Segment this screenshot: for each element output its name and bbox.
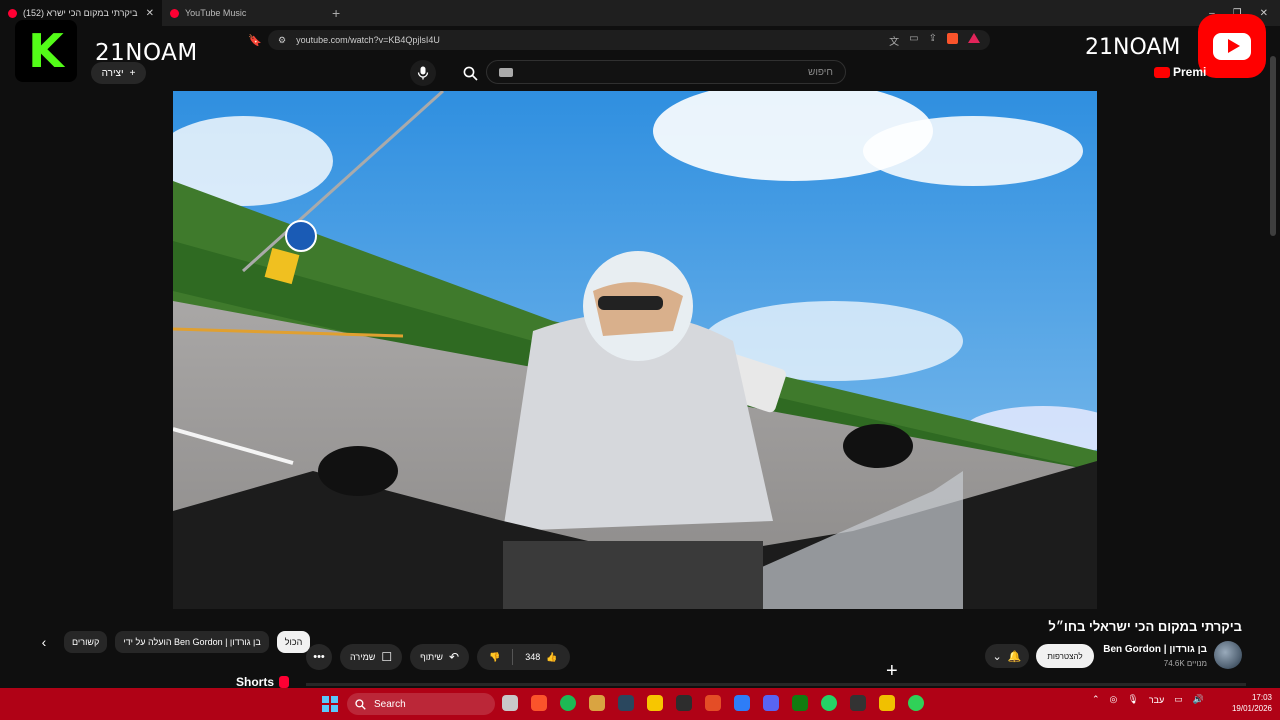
taskbar-app-icon[interactable] [703, 692, 723, 714]
taskbar-app-icon[interactable] [645, 692, 665, 714]
taskbar-clock[interactable]: 17:03 19/01/2026 [1222, 692, 1272, 714]
taskbar-app-icon[interactable] [761, 692, 781, 714]
page-scrollbar[interactable] [1270, 56, 1276, 236]
thumbs-up-icon: 👍 [546, 651, 558, 662]
brave-shield-icon[interactable] [947, 32, 958, 44]
crosshair-cursor-icon: + [886, 660, 898, 682]
youtube-premium-logo[interactable]: Premi [1154, 65, 1206, 79]
taskbar-app-icon[interactable] [500, 692, 520, 714]
volume-icon[interactable]: 🔊 [1193, 694, 1204, 705]
chevron-left-icon[interactable]: ‹ [32, 630, 56, 654]
create-label: יצירה [101, 67, 124, 79]
save-button[interactable]: שמירה ☐ [340, 644, 403, 670]
channel-avatar[interactable] [1214, 641, 1242, 669]
share-arrow-icon: ↶ [449, 650, 460, 664]
youtube-favicon-icon [8, 8, 17, 18]
more-actions-button[interactable]: ••• [306, 644, 332, 670]
subscribe-button[interactable]: להצטרפות [1036, 644, 1094, 668]
taskbar-app-icon[interactable] [616, 692, 636, 714]
keyboard-icon[interactable] [499, 67, 513, 77]
share-button[interactable]: שיתוף ↶ [410, 644, 470, 670]
shorts-icon [279, 676, 290, 688]
shorts-header: Shorts [236, 675, 290, 689]
url-field[interactable]: ⚙ youtube.com/watch?v=KB4QpjlsI4U 文 ▭ ⇪ [268, 30, 990, 50]
create-button[interactable]: יצירה + [91, 62, 146, 84]
thumbs-down-icon: 👎 [489, 651, 501, 662]
url-actions: 文 ▭ ⇪ [889, 32, 980, 48]
youtube-mini-icon [1154, 66, 1170, 78]
close-window-icon[interactable]: ✕ [1260, 8, 1268, 19]
bell-icon: 🔔 [1007, 650, 1022, 663]
taskbar-search-icon [355, 698, 366, 710]
youtube-logo [1198, 14, 1266, 78]
url-text: youtube.com/watch?v=KB4QpjlsI4U [296, 35, 440, 45]
taskbar-app-icon[interactable] [587, 692, 607, 714]
translate-icon[interactable]: 文 [889, 33, 899, 48]
youtube-music-favicon-icon [170, 8, 179, 18]
tray-overflow-icon[interactable]: ⌃ [1092, 694, 1100, 705]
microphone-tray-icon[interactable]: 🎙 [1127, 694, 1138, 705]
system-tray: ⌃ ◎ 🎙 עבר ▭ 🔊 [1092, 694, 1204, 705]
tab-close-icon[interactable]: ✕ [146, 8, 154, 19]
network-status-icon[interactable]: ◎ [1110, 694, 1118, 705]
chevron-down-icon: ⌄ [992, 650, 1002, 663]
tab-title: (152) ביקרתי במקום הכי ישרא [23, 8, 138, 18]
search-button[interactable] [455, 60, 485, 86]
taskbar-app-icon[interactable] [558, 692, 578, 714]
bookmark-icon[interactable]: 🔖 [248, 34, 262, 47]
plus-icon: + [129, 67, 136, 79]
windows-start-icon[interactable] [322, 696, 338, 712]
brave-rewards-icon[interactable] [968, 32, 980, 43]
tab-title: YouTube Music [185, 8, 247, 18]
clock-time: 17:03 [1251, 693, 1272, 702]
taskbar-app-icon[interactable] [732, 692, 752, 714]
video-player[interactable] [173, 91, 1097, 609]
search-icon [463, 66, 478, 81]
taskbar-app-icon[interactable] [877, 692, 897, 714]
microphone-icon [417, 66, 429, 80]
video-title: ביקרתי במקום הכי ישראלי בחו״ל [1048, 619, 1242, 634]
search-placeholder: חיפוש [808, 66, 833, 78]
new-tab-icon[interactable]: + [322, 5, 350, 21]
like-dislike-group: 👎 348 👍 [477, 644, 570, 670]
shorts-shelf-edge [306, 683, 1246, 686]
notifications-button[interactable]: ⌄ 🔔 [985, 644, 1029, 668]
input-language[interactable]: עבר [1149, 695, 1164, 705]
taskbar-app-icon[interactable] [848, 692, 868, 714]
browser-tab-bar: (152) ביקרתי במקום הכי ישרא ✕ YouTube Mu… [0, 0, 1280, 26]
video-actions: ••• שמירה ☐ שיתוף ↶ 👎 348 👍 [306, 644, 570, 670]
kick-logo: K [15, 20, 77, 82]
related-chips: ‹ קשורים הועלה על ידי Ben Gordon | בן גו… [32, 630, 311, 654]
taskbar-apps [500, 692, 926, 714]
taskbar-app-icon[interactable] [906, 692, 926, 714]
screen: (152) ביקרתי במקום הכי ישרא ✕ YouTube Mu… [0, 0, 1280, 720]
like-count: 348 [525, 652, 541, 662]
taskbar-app-icon[interactable] [819, 692, 839, 714]
tab-youtube-music[interactable]: YouTube Music [162, 0, 322, 26]
chip-related[interactable]: קשורים [64, 631, 108, 653]
voice-search-button[interactable] [410, 60, 436, 86]
taskbar-app-icon[interactable] [674, 692, 694, 714]
share-page-icon[interactable]: ⇪ [929, 33, 937, 48]
video-frame [173, 91, 1097, 609]
display-icon[interactable]: ▭ [1174, 694, 1183, 705]
like-button[interactable]: 348 👍 [513, 644, 569, 670]
bookmark-outline-icon: ☐ [381, 650, 393, 664]
chip-uploaded-by[interactable]: הועלה על ידי Ben Gordon | בן גורדון [115, 631, 269, 653]
streamer-name-right: 21NOAM [1085, 35, 1181, 60]
cast-icon[interactable]: ▭ [909, 33, 918, 48]
clock-date: 19/01/2026 [1231, 704, 1272, 713]
site-info-icon[interactable]: ⚙ [278, 35, 286, 46]
taskbar-app-icon[interactable] [529, 692, 549, 714]
search-input[interactable]: חיפוש [486, 60, 846, 84]
taskbar-app-icon[interactable] [790, 692, 810, 714]
taskbar-search-input[interactable]: Search [347, 693, 495, 715]
dislike-button[interactable]: 👎 [477, 644, 512, 670]
